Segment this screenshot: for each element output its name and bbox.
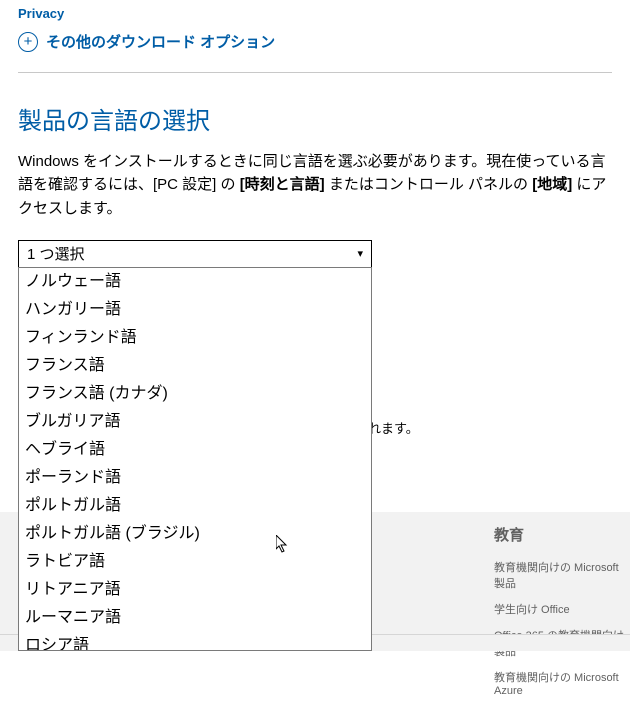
language-option[interactable]: フランス語 bbox=[19, 352, 371, 380]
language-option[interactable]: ポルトガル語 (ブラジル) bbox=[19, 520, 371, 548]
language-option[interactable]: フランス語 (カナダ) bbox=[19, 380, 371, 408]
language-option[interactable]: ポルトガル語 bbox=[19, 492, 371, 520]
language-option[interactable]: ハンガリー語 bbox=[19, 296, 371, 324]
page-title: 製品の言語の選択 bbox=[18, 101, 612, 136]
language-option[interactable]: リトアニア語 bbox=[19, 576, 371, 604]
footer-link[interactable]: 教育機関向けの Microsoft Azure bbox=[494, 669, 630, 697]
expand-label: その他のダウンロード オプション bbox=[46, 31, 275, 52]
other-download-options[interactable]: + その他のダウンロード オプション bbox=[18, 31, 612, 73]
language-option[interactable]: ブルガリア語 bbox=[19, 408, 371, 436]
language-option[interactable]: ラトビア語 bbox=[19, 548, 371, 576]
footer-link[interactable]: 学生向け Office bbox=[494, 601, 630, 617]
language-dropdown: ノルウェー語ハンガリー語フィンランド語フランス語フランス語 (カナダ)ブルガリア… bbox=[18, 267, 372, 651]
dropdown-scroll[interactable]: ノルウェー語ハンガリー語フィンランド語フランス語フランス語 (カナダ)ブルガリア… bbox=[19, 268, 371, 650]
language-option[interactable]: ノルウェー語 bbox=[19, 268, 371, 296]
plus-circle-icon: + bbox=[18, 32, 38, 52]
language-option[interactable]: ヘブライ語 bbox=[19, 436, 371, 464]
language-option[interactable]: フィンランド語 bbox=[19, 324, 371, 352]
footer-column-education: 教育 教育機関向けの Microsoft 製品 学生向け Office Offi… bbox=[494, 524, 630, 707]
language-option[interactable]: ロシア語 bbox=[19, 632, 371, 650]
language-option[interactable]: ルーマニア語 bbox=[19, 604, 371, 632]
language-select[interactable]: 1 つ選択 ▾ bbox=[18, 240, 372, 268]
footer-link[interactable]: 教育機関向けの Microsoft 製品 bbox=[494, 559, 630, 591]
chevron-down-icon: ▾ bbox=[357, 247, 363, 260]
privacy-link[interactable]: Privacy bbox=[18, 0, 64, 31]
footer-heading: 教育 bbox=[494, 524, 630, 545]
description: Windows をインストールするときに同じ言語を選ぶ必要があります。現在使って… bbox=[18, 150, 612, 220]
language-option[interactable]: ポーランド語 bbox=[19, 464, 371, 492]
select-value: 1 つ選択 bbox=[27, 243, 85, 264]
